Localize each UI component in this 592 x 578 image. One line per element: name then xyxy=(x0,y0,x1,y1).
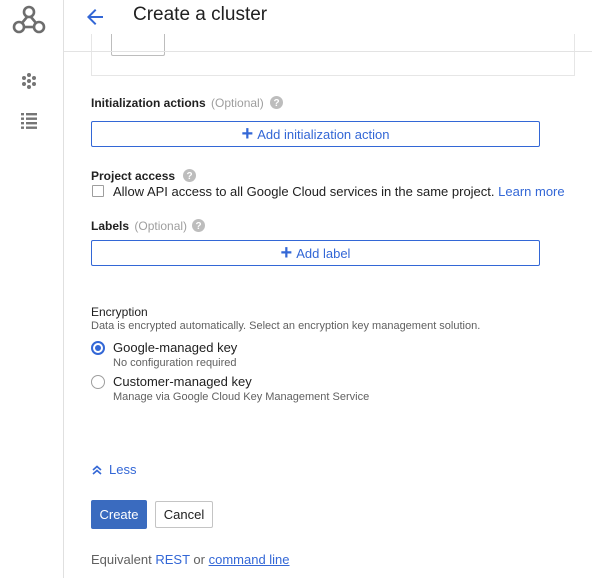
cancel-button[interactable]: Cancel xyxy=(155,501,213,528)
add-label-button[interactable]: + Add label xyxy=(91,240,540,266)
plus-icon: + xyxy=(241,123,254,145)
project-access-label: Project access xyxy=(91,169,176,183)
create-button[interactable]: Create xyxy=(91,500,147,529)
command-line-link[interactable]: command line xyxy=(209,552,290,567)
customer-managed-key-label: Customer-managed key xyxy=(113,374,252,389)
labels-label: Labels (Optional) xyxy=(91,219,188,233)
help-icon[interactable]: ? xyxy=(183,169,196,182)
svg-text:?: ? xyxy=(195,221,201,232)
customer-managed-key-radio[interactable] xyxy=(91,375,105,389)
help-icon[interactable]: ? xyxy=(270,96,283,109)
equivalent-line: Equivalent REST or command line xyxy=(91,552,290,567)
dataproc-logo-icon[interactable] xyxy=(11,4,47,34)
google-managed-key-radio[interactable] xyxy=(91,341,105,355)
api-access-checkbox-label: Allow API access to all Google Cloud ser… xyxy=(113,184,565,199)
google-managed-key-label: Google-managed key xyxy=(113,340,238,355)
arrow-back-icon[interactable] xyxy=(84,6,106,28)
init-actions-label: Initialization actions (Optional) xyxy=(91,96,264,110)
api-access-checkbox[interactable] xyxy=(92,185,104,197)
svg-text:?: ? xyxy=(273,98,279,109)
left-rail xyxy=(0,0,64,578)
previous-section-button[interactable] xyxy=(111,34,165,56)
page-header: Create a cluster xyxy=(64,0,592,34)
init-actions-optional: (Optional) xyxy=(211,96,264,110)
labels-optional: (Optional) xyxy=(134,219,188,233)
plus-icon: + xyxy=(280,242,293,264)
add-initialization-action-button[interactable]: + Add initialization action xyxy=(91,121,540,147)
help-icon[interactable]: ? xyxy=(192,219,205,232)
previous-section-card xyxy=(91,34,575,76)
clusters-icon[interactable] xyxy=(18,70,40,92)
encryption-label: Encryption xyxy=(91,305,148,319)
page-title: Create a cluster xyxy=(133,4,268,25)
google-managed-key-sub: No configuration required xyxy=(113,357,237,369)
chevron-up-icon xyxy=(92,464,102,475)
encryption-description: Data is encrypted automatically. Select … xyxy=(91,320,481,332)
learn-more-link[interactable]: Learn more xyxy=(498,184,564,199)
header-divider xyxy=(64,51,592,52)
jobs-list-icon[interactable] xyxy=(18,109,40,131)
customer-managed-key-sub: Manage via Google Cloud Key Management S… xyxy=(113,391,370,403)
less-toggle[interactable]: Less xyxy=(91,462,136,477)
svg-text:?: ? xyxy=(186,171,192,182)
rest-link[interactable]: REST xyxy=(155,552,189,567)
